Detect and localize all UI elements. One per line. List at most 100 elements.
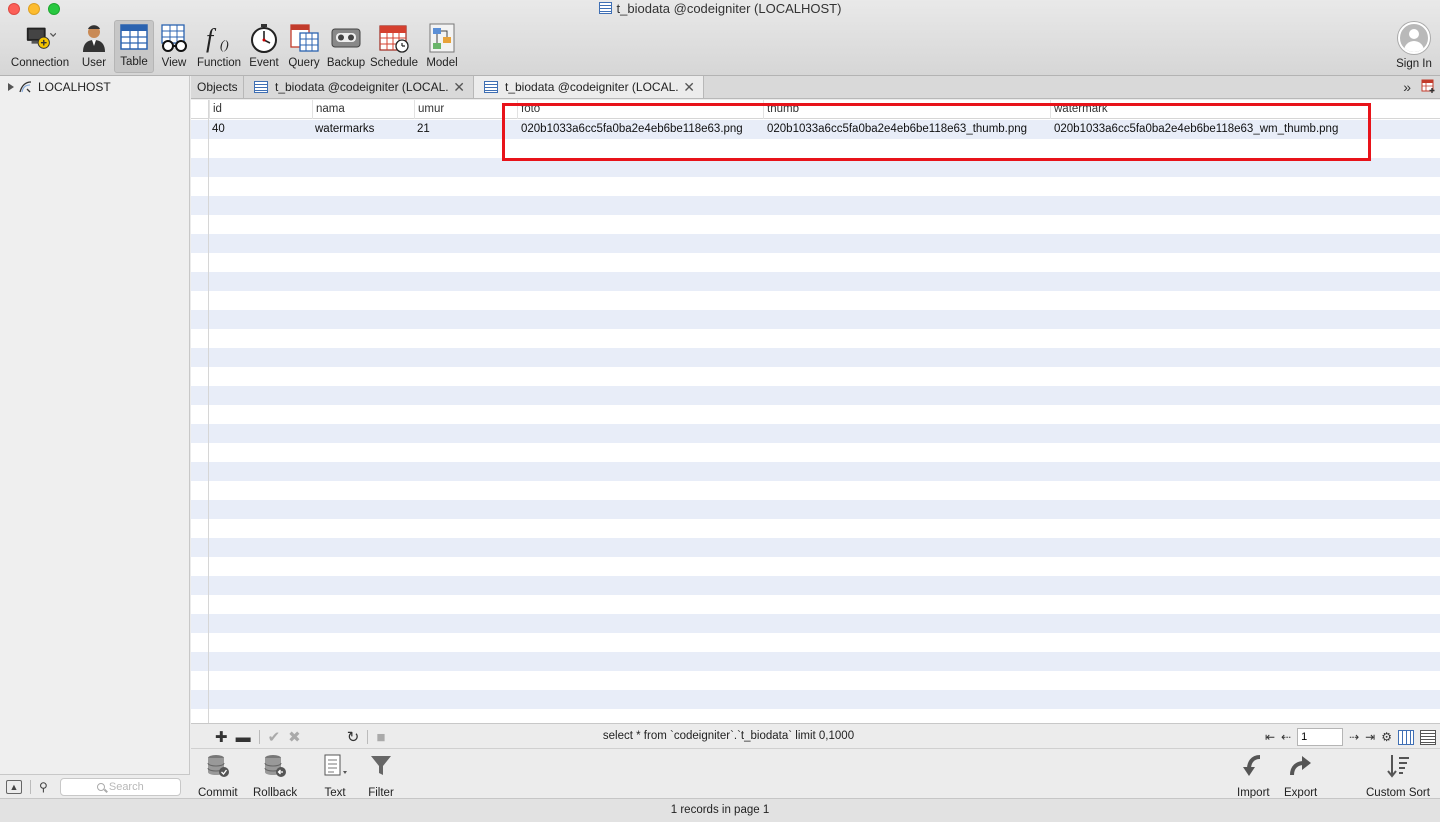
empty-row [191,443,1440,462]
more-tabs-icon[interactable]: » [1403,79,1411,95]
table-icon [484,81,498,93]
empty-row [191,310,1440,329]
cell-id[interactable]: 40 [208,120,225,139]
rollback-db-icon [260,753,290,779]
rollback-button[interactable]: Rollback [253,753,297,799]
cell-nama[interactable]: watermarks [311,120,374,139]
function-icon: f() [203,23,235,53]
empty-row [191,177,1440,196]
row-selector-column[interactable] [191,100,209,723]
toolbar-schedule-button[interactable]: Schedule [368,20,420,73]
empty-row [191,215,1440,234]
sidebar-search-input[interactable]: Search [59,777,181,796]
tab-tools: » [1403,79,1436,95]
tab-t-biodata-1[interactable]: t_biodata @codeigniter (LOCAL... ✕ [244,76,474,98]
column-header-nama[interactable]: nama [312,100,414,119]
empty-row [191,329,1440,348]
calendar-icon [378,23,410,53]
tree-item-label: LOCALHOST [38,80,111,94]
toolbar-model-button[interactable]: Model [420,20,464,73]
empty-row [191,481,1440,500]
page-number-input[interactable] [1297,728,1344,746]
import-button[interactable]: Import [1237,753,1270,799]
text-view-button[interactable]: Text [320,753,350,799]
filter-button[interactable]: Filter [366,753,396,799]
stopwatch-icon [248,23,280,53]
last-page-icon[interactable]: ⇥ [1365,730,1375,744]
disclosure-triangle-icon[interactable] [8,83,14,91]
commit-button[interactable]: Commit [198,753,238,799]
first-page-icon[interactable]: ⇤ [1265,730,1275,744]
empty-row [191,633,1440,652]
tree-item-localhost[interactable]: LOCALHOST [8,80,111,94]
model-icon [426,23,458,53]
empty-row [191,253,1440,272]
connection-tree-icon [19,81,32,93]
sidebar: LOCALHOST ▲ ⚲ Search [0,76,190,798]
previous-page-icon[interactable]: ⇠ [1281,730,1291,744]
window-title: t_biodata @codeigniter (LOCALHOST) [0,1,1440,16]
toolbar-view-button[interactable]: View [154,20,194,73]
toolbar-event-button[interactable]: Event [244,20,284,73]
table-icon [254,81,268,93]
connection-icon [24,23,56,53]
tab-objects[interactable]: Objects [191,76,244,98]
svg-text:(): () [220,37,229,52]
empty-row [191,671,1440,690]
grid-toolbar: ✚ ▬ ✔ ✖ ↻ ■ select * from `codeigniter`.… [191,723,1440,748]
toolbar-user-button[interactable]: User [74,20,114,73]
toolbar-backup-button[interactable]: Backup [324,20,368,73]
filter-funnel-icon [366,753,396,779]
export-arrow-icon [1286,753,1316,779]
empty-row [191,557,1440,576]
toolbar-connection-button[interactable]: Connection [6,20,74,73]
cell-umur[interactable]: 21 [413,120,430,139]
split-view-icon[interactable]: ⚲ [39,780,48,794]
empty-row [191,272,1440,291]
table-icon [598,2,612,14]
gear-icon[interactable]: ⚙ [1381,730,1392,744]
sql-statement: select * from `codeigniter`.`t_biodata` … [602,730,855,742]
toolbar-query-button[interactable]: Query [284,20,324,73]
form-view-icon[interactable] [1420,729,1436,745]
tab-bar: Objects t_biodata @codeigniter (LOCAL...… [191,76,1440,99]
custom-sort-button[interactable]: Custom Sort [1366,753,1430,799]
column-header-id[interactable]: id [209,100,312,119]
sidebar-footer: ▲ ⚲ Search [0,774,190,798]
query-icon [288,23,320,53]
avatar-icon [1398,22,1430,54]
close-tab-icon[interactable]: ✕ [683,79,695,96]
data-grid[interactable]: id nama umur foto thumb watermark 40 wat… [191,100,1440,723]
grid-rows: 40 watermarks 21 020b1033a6cc5fa0ba2e4eb… [191,120,1440,723]
export-button[interactable]: Export [1284,753,1317,799]
empty-row [191,595,1440,614]
empty-row [191,519,1440,538]
empty-row [191,196,1440,215]
search-icon [96,782,105,791]
empty-row [191,348,1440,367]
main-toolbar: Connection User Table View f() Function [6,20,464,73]
pagination-controls: ⇤ ⇠ ⇢ ⇥ ⚙ [1265,728,1436,746]
new-tab-table-icon[interactable] [1421,79,1436,93]
next-page-icon[interactable]: ⇢ [1349,730,1359,744]
backup-tape-icon [330,23,362,53]
window-toolbar: t_biodata @codeigniter (LOCALHOST) Conne… [0,0,1440,76]
empty-row [191,576,1440,595]
empty-row [191,652,1440,671]
text-document-icon [320,753,350,779]
user-icon [78,23,110,53]
action-bar: Commit Rollback Text Filter Import Expor… [191,748,1440,799]
close-tab-icon[interactable]: ✕ [453,79,465,96]
sign-in-button[interactable]: Sign In [1392,22,1436,70]
tab-t-biodata-2[interactable]: t_biodata @codeigniter (LOCAL... ✕ [474,76,704,98]
empty-row [191,367,1440,386]
toolbar-function-button[interactable]: f() Function [194,20,244,73]
commit-db-icon [203,753,233,779]
grid-view-icon[interactable] [1398,729,1414,745]
toolbar-table-button[interactable]: Table [114,20,154,73]
highlight-annotation-box [502,103,1371,161]
empty-row [191,234,1440,253]
toggle-panel-icon[interactable]: ▲ [6,779,22,794]
empty-row [191,538,1440,557]
view-glasses-icon [158,23,190,53]
